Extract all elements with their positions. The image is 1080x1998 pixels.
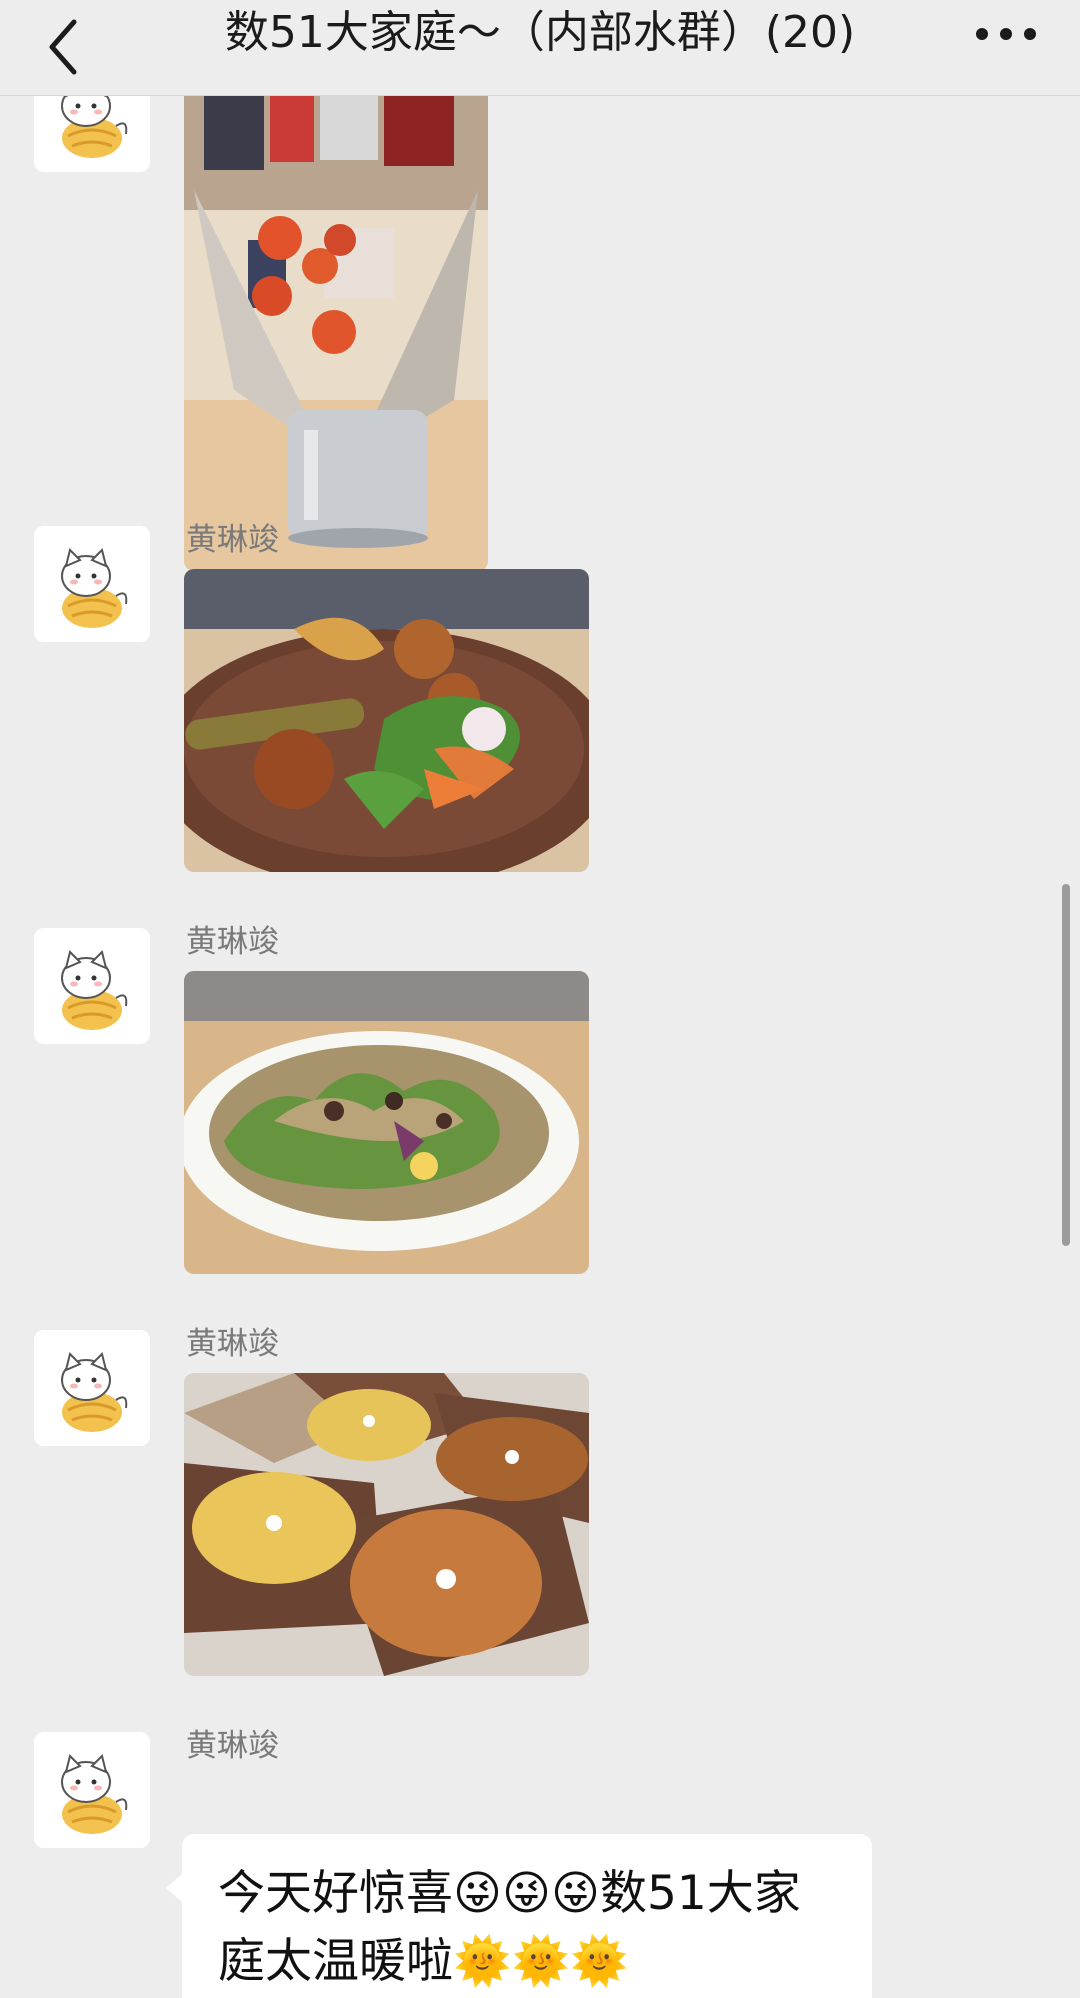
flower-bouquet-photo: [184, 96, 488, 571]
salad-bowl-photo: [184, 971, 589, 1274]
sender-name: 黄琳竣: [186, 522, 279, 558]
message-item: [0, 96, 1080, 576]
cat-avatar-icon: [34, 1330, 150, 1446]
message-item: 黄琳竣: [0, 1326, 1080, 1720]
cat-avatar-icon: [34, 1732, 150, 1848]
message-text: 今天好惊喜😜😜😜数51大家庭太温暖啦🌞🌞🌞: [218, 1866, 801, 1989]
cat-avatar-icon: [34, 96, 150, 172]
sender-name: 黄琳竣: [186, 1728, 279, 1764]
chat-image[interactable]: [184, 96, 488, 571]
back-button[interactable]: [38, 14, 98, 80]
fried-platter-photo: [184, 569, 589, 872]
scrollbar[interactable]: [1062, 884, 1070, 1246]
avatar[interactable]: [34, 1732, 150, 1848]
sender-name: 黄琳竣: [186, 1326, 279, 1362]
cat-avatar-icon: [34, 526, 150, 642]
chat-header: 数51大家庭～（内部水群）(20): [0, 0, 1080, 96]
avatar[interactable]: [34, 96, 150, 172]
avatar[interactable]: [34, 928, 150, 1044]
message-item: 黄琳竣: [0, 522, 1080, 916]
chat-image[interactable]: [184, 569, 589, 872]
avatar[interactable]: [34, 526, 150, 642]
more-options-button[interactable]: [968, 12, 1044, 56]
sender-name: 黄琳竣: [186, 924, 279, 960]
message-item: 黄琳竣 今天好惊喜😜😜😜数51大家庭太温暖啦🌞🌞🌞: [0, 1728, 1080, 1998]
chat-messages[interactable]: 黄琳竣 黄琳竣 黄琳竣 黄琳竣 今天好惊喜😜😜😜数51大家庭太温暖啦🌞🌞🌞: [0, 96, 1080, 1998]
message-item: 黄琳竣: [0, 924, 1080, 1318]
more-dots-icon: [976, 28, 1036, 40]
chat-title: 数51大家庭～（内部水群）(20): [224, 7, 856, 58]
avatar[interactable]: [34, 1330, 150, 1446]
chat-image[interactable]: [184, 971, 589, 1274]
message-bubble[interactable]: 今天好惊喜😜😜😜数51大家庭太温暖啦🌞🌞🌞: [166, 1834, 872, 1998]
chat-image[interactable]: [184, 1373, 589, 1676]
pizza-boxes-photo: [184, 1373, 589, 1676]
cat-avatar-icon: [34, 928, 150, 1044]
chevron-left-icon: [49, 19, 77, 75]
